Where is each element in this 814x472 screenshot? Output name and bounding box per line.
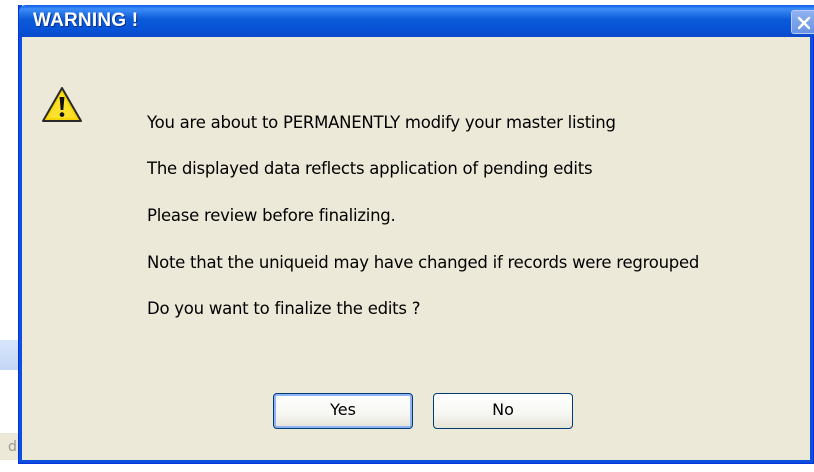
dialog-title: WARNING ! — [33, 10, 139, 31]
close-button[interactable] — [791, 10, 814, 34]
warning-dialog: WARNING ! You are about to PERMANENTLY m… — [18, 5, 814, 464]
message-line-3: Please review before finalizing. — [147, 206, 396, 225]
screen: dito WARNING ! You are about to PERMANEN… — [0, 0, 814, 472]
message-line-1: You are about to PERMANENTLY modify your… — [147, 113, 616, 132]
message-line-4: Note that the uniqueid may have changed … — [147, 253, 700, 272]
title-bar[interactable]: WARNING ! — [19, 5, 814, 37]
close-icon — [797, 16, 811, 30]
yes-button[interactable]: Yes — [273, 393, 413, 429]
warning-icon — [42, 87, 82, 122]
message-line-5: Do you want to finalize the edits ? — [147, 299, 421, 318]
no-button[interactable]: No — [433, 393, 573, 429]
message-line-2: The displayed data reflects application … — [147, 159, 593, 178]
